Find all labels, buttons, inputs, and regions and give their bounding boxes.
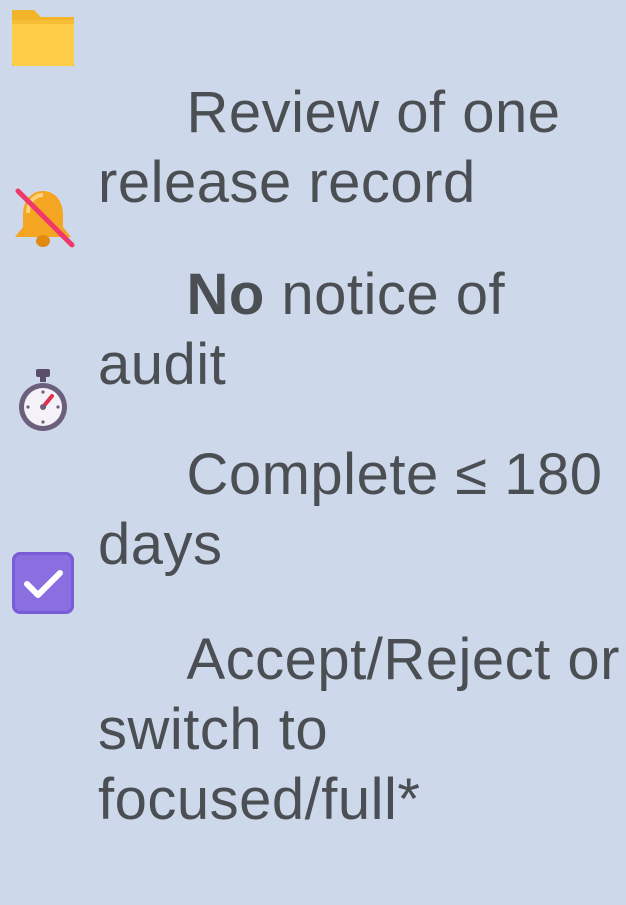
item-bold-text: No: [186, 262, 265, 327]
stopwatch-icon: [10, 367, 76, 433]
list-item-review: Review of one release record: [0, 0, 626, 215]
folder-icon: [10, 2, 76, 68]
checkbox-checked-icon: [10, 550, 76, 616]
list-item-complete: Complete ≤ 180 days: [0, 365, 626, 577]
bell-slash-icon: [10, 185, 76, 251]
item-text: Accept/Reject or switch to focused/full*: [98, 627, 620, 832]
list-item-accept: Accept/Reject or switch to focused/full*: [0, 550, 626, 832]
list-item-notice: No notice of audit: [0, 185, 626, 397]
